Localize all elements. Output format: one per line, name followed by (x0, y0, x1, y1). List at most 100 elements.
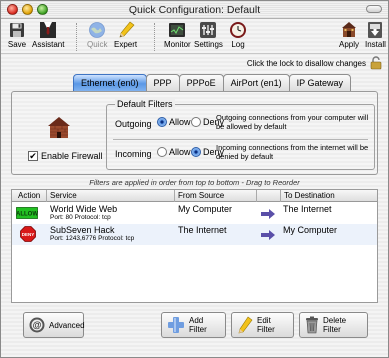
toolbar-separator (76, 23, 77, 51)
toolbar-expert-button[interactable]: Expert (114, 21, 137, 49)
toolbar-install-button[interactable]: Install (365, 21, 386, 49)
tab-airport-en1[interactable]: AirPort (en1) (222, 74, 290, 91)
svg-text:@: @ (33, 320, 42, 330)
outgoing-description: Outgoing connections from your computer … (216, 113, 369, 131)
lock-bar: Click the lock to disallow changes (1, 53, 388, 71)
header-separator (256, 190, 257, 202)
outgoing-deny-radio-dot[interactable] (191, 117, 201, 127)
deny-stop-icon: DENY (20, 226, 36, 244)
delete-filter-button[interactable]: Delete Filter (299, 312, 368, 338)
direction-arrow-icon (261, 230, 275, 242)
incoming-allow-radio-dot[interactable] (157, 147, 167, 157)
outgoing-allow-radio[interactable]: Allow (157, 117, 191, 127)
svg-text:ALLOW: ALLOW (16, 212, 38, 218)
toolbar-save-label: Save (7, 40, 27, 49)
incoming-deny-radio-dot[interactable] (191, 147, 201, 157)
toolbar-apply-label: Apply (339, 40, 360, 49)
header-separator (174, 190, 175, 202)
outgoing-filter-row: Outgoing Allow Deny Outgoing connections… (113, 113, 371, 135)
toolbar-settings-button[interactable]: Settings (194, 21, 223, 49)
trash-icon (305, 316, 319, 334)
service-name: SubSeven Hack (50, 225, 115, 235)
edit-filter-label: Edit Filter (257, 316, 275, 334)
quick-globe-icon (87, 21, 107, 39)
destination-cell: My Computer (283, 225, 338, 235)
install-icon (365, 21, 385, 39)
interface-tabs: Ethernet (en0) PPP PPPoE AirPort (en1) I… (73, 74, 351, 92)
service-port-protocol: Port: 80 Protocol: tcp (50, 214, 111, 221)
incoming-allow-radio[interactable]: Allow (157, 147, 191, 157)
enable-firewall-label: Enable Firewall (41, 151, 103, 161)
toolbar-expert-label: Expert (114, 40, 138, 49)
advanced-button[interactable]: @ Advanced (23, 312, 85, 338)
apply-icon (339, 21, 359, 39)
outgoing-label: Outgoing (115, 119, 152, 129)
window-title: Quick Configuration: Default (128, 4, 261, 16)
enable-firewall-checkbox[interactable]: ✔ Enable Firewall (28, 151, 103, 161)
allow-action-icon: ALLOW (16, 207, 38, 221)
tab-ip-gateway[interactable]: IP Gateway (288, 74, 351, 91)
ethernet-tab-panel: ✔ Enable Firewall Default Filters Outgoi… (11, 91, 378, 175)
settings-icon (198, 21, 218, 39)
header-separator (46, 190, 47, 202)
source-cell: The Internet (178, 225, 227, 235)
save-icon (7, 21, 27, 39)
edit-pencil-icon (237, 316, 253, 334)
header-action[interactable]: Action (18, 191, 40, 200)
outgoing-allow-radio-dot[interactable] (157, 117, 167, 127)
header-separator (280, 190, 281, 202)
filter-table: Action Service From Source To Destinatio… (11, 189, 378, 303)
header-source[interactable]: From Source (178, 191, 224, 200)
filters-divider (113, 139, 368, 140)
header-destination[interactable]: To Destination (284, 191, 335, 200)
filter-order-note: Filters are applied in order from top to… (89, 178, 300, 187)
table-row[interactable]: DENY SubSeven Hack Port: 1243,6776 Proto… (12, 224, 377, 245)
incoming-filter-row: Incoming Allow Deny Incoming connections… (113, 143, 371, 165)
tab-pppoe[interactable]: PPPoE (178, 74, 224, 91)
toolbar-toggle-button[interactable] (366, 5, 382, 13)
toolbar-save-button[interactable]: Save (7, 21, 27, 49)
toolbar-apply-button[interactable]: Apply (339, 21, 359, 49)
tab-ppp[interactable]: PPP (145, 74, 180, 91)
quick-configuration-window: Quick Configuration: Default Save Assist… (0, 0, 389, 358)
add-filter-button[interactable]: Add Filter (161, 312, 226, 338)
table-header: Action Service From Source To Destinatio… (12, 190, 377, 202)
bottom-button-bar: @ Advanced Add Filter Edit Filter Delete… (1, 306, 388, 357)
add-plus-icon (167, 316, 185, 334)
toolbar-assistant-button[interactable]: Assistant (32, 21, 64, 49)
toolbar-install-label: Install (365, 40, 386, 49)
outgoing-allow-label: Allow (169, 117, 191, 127)
default-filters-title: Default Filters (115, 99, 175, 109)
svg-text:DENY: DENY (22, 232, 35, 237)
toolbar-log-button[interactable]: Log (228, 21, 248, 49)
expert-pencil-icon (116, 21, 136, 39)
lock-hint-text: Click the lock to disallow changes (246, 59, 366, 68)
lock-icon[interactable] (370, 56, 382, 72)
toolbar-monitor-button[interactable]: Monitor (164, 21, 191, 49)
tab-ethernet-en0[interactable]: Ethernet (en0) (73, 74, 147, 91)
direction-arrow-icon (261, 209, 275, 221)
incoming-label: Incoming (115, 149, 152, 159)
toolbar: Save Assistant Quick Expert Monitor Sett… (1, 19, 388, 51)
incoming-description: Incoming connections from the internet w… (216, 143, 369, 161)
log-clock-icon (228, 21, 248, 39)
edit-filter-button[interactable]: Edit Filter (231, 312, 294, 338)
toolbar-settings-label: Settings (194, 40, 223, 49)
service-name: World Wide Web (50, 204, 118, 214)
source-cell: My Computer (178, 204, 233, 214)
toolbar-log-label: Log (231, 40, 245, 49)
enable-firewall-check[interactable]: ✔ (28, 151, 38, 161)
toolbar-quick-label: Quick (87, 40, 108, 49)
add-filter-label: Add Filter (189, 316, 207, 334)
assistant-icon (38, 21, 58, 39)
header-service[interactable]: Service (50, 191, 77, 200)
toolbar-monitor-label: Monitor (164, 40, 191, 49)
default-filters-group: Default Filters Outgoing Allow Deny Outg… (106, 99, 375, 170)
delete-filter-label: Delete Filter (323, 316, 347, 334)
monitor-icon (167, 21, 187, 39)
toolbar-quick-button[interactable]: Quick (87, 21, 107, 49)
destination-cell: The Internet (283, 204, 332, 214)
table-row[interactable]: ALLOW World Wide Web Port: 80 Protocol: … (12, 203, 377, 224)
incoming-allow-label: Allow (169, 147, 191, 157)
toolbar-assistant-label: Assistant (32, 40, 65, 49)
